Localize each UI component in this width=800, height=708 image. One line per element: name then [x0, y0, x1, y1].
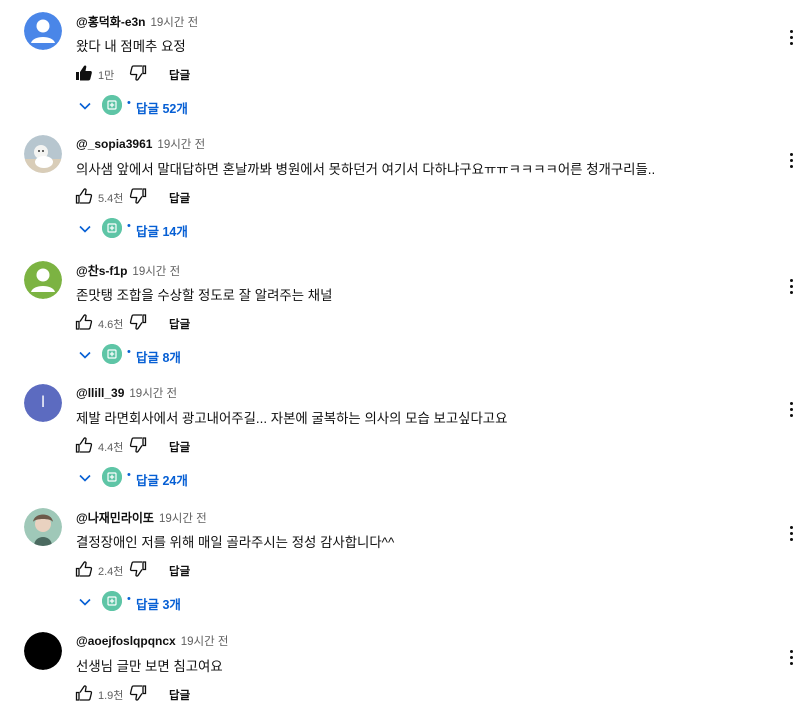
comment-text: 결정장애인 저를 위해 매일 골라주시는 정성 감사합니다^^ — [76, 535, 395, 550]
author-name[interactable]: @aoejfoslqpqncx — [76, 634, 176, 648]
author-name[interactable]: @홍덕화-e3n — [76, 15, 146, 29]
comment-thread: l @llill_39 19시간 전 제발 라면회사에서 광고내어주길... 자본… — [0, 384, 800, 494]
separator-dot: • — [127, 97, 131, 109]
comment-time[interactable]: 19시간 전 — [181, 636, 229, 648]
view-replies-button[interactable]: • 답글 52개 — [78, 94, 278, 118]
comment-time[interactable]: 19시간 전 — [157, 139, 205, 151]
chevron-down-icon — [78, 595, 92, 609]
avatar[interactable] — [24, 135, 62, 173]
comment-header: @llill_39 19시간 전 — [76, 385, 177, 401]
comment-actions: 4.4천 답글 — [74, 435, 374, 457]
avatar[interactable] — [24, 632, 62, 670]
comment-time[interactable]: 19시간 전 — [129, 388, 177, 400]
comment-actions: 1만 답글 — [74, 63, 374, 85]
more-options-icon[interactable] — [785, 402, 797, 422]
chevron-down-icon — [78, 348, 92, 362]
avatar-letter: l — [41, 394, 45, 411]
view-replies-button[interactable]: • 답글 14개 — [78, 217, 278, 241]
chevron-down-icon — [78, 222, 92, 236]
comment-thread: @홍덕화-e3n 19시간 전 왔다 내 점메추 요정 1만 답글 • 답글 52… — [0, 12, 800, 122]
comment-text: 왔다 내 점메추 요정 — [76, 39, 186, 54]
comment-text: 제발 라면회사에서 광고내어주길... 자본에 굴복하는 의사의 모습 보고싶다… — [76, 411, 508, 426]
comment-actions: 5.4천 답글 — [74, 186, 374, 208]
thumbs-up-icon[interactable] — [74, 683, 94, 703]
avatar[interactable] — [24, 508, 62, 546]
creator-reply-avatar — [102, 467, 122, 487]
view-replies-button[interactable]: • 답글 24개 — [78, 466, 278, 490]
creator-reply-avatar — [102, 591, 122, 611]
author-name[interactable]: @찬s-f1p — [76, 264, 127, 278]
thumbs-down-icon[interactable] — [128, 186, 148, 206]
comment-thread: @aoejfoslqpqncx 19시간 전 선생님 글만 보면 침고여요 1.9… — [0, 632, 800, 702]
comment-text: 의사샘 앞에서 말대답하면 혼날까봐 병원에서 못하던거 여기서 다하냐구요ㅠㅠ… — [76, 162, 656, 177]
like-count: 2.4천 — [98, 566, 124, 578]
comment-thread: @찬s-f1p 19시간 전 존맛탱 조합을 수상할 정도로 잘 알려주는 채널 … — [0, 261, 800, 371]
reply-count: 답글 14개 — [136, 225, 188, 239]
separator-dot: • — [127, 469, 131, 481]
comment-header: @홍덕화-e3n 19시간 전 — [76, 13, 198, 30]
comment-header: @찬s-f1p 19시간 전 — [76, 262, 180, 279]
reply-button[interactable]: 답글 — [169, 190, 190, 206]
reply-count: 답글 52개 — [136, 102, 188, 116]
creator-reply-avatar — [102, 95, 122, 115]
more-options-icon[interactable] — [785, 153, 797, 173]
comment-time[interactable]: 19시간 전 — [159, 513, 207, 525]
comment-time[interactable]: 19시간 전 — [151, 17, 199, 29]
comment-header: @_sopia3961 19시간 전 — [76, 136, 205, 152]
chevron-down-icon — [78, 99, 92, 113]
comment-text: 존맛탱 조합을 수상할 정도로 잘 알려주는 채널 — [76, 288, 333, 303]
comment-actions: 4.6천 답글 — [74, 312, 374, 334]
avatar[interactable] — [24, 261, 62, 299]
comment-actions: 2.4천 답글 — [74, 559, 374, 581]
view-replies-button[interactable]: • 답글 8개 — [78, 343, 278, 367]
thumbs-down-icon[interactable] — [128, 559, 148, 579]
reply-button[interactable]: 답글 — [169, 563, 190, 579]
author-name[interactable]: @_sopia3961 — [76, 137, 152, 151]
reply-button[interactable]: 답글 — [169, 439, 190, 455]
thumbs-down-icon[interactable] — [128, 63, 148, 83]
comment-text: 선생님 글만 보면 침고여요 — [76, 659, 223, 674]
thumbs-up-icon[interactable] — [74, 186, 94, 206]
creator-reply-avatar — [102, 344, 122, 364]
separator-dot: • — [127, 593, 131, 605]
thumbs-up-icon[interactable] — [74, 559, 94, 579]
comment-header: @나재민라이또 19시간 전 — [76, 509, 207, 526]
view-replies-button[interactable]: • 답글 3개 — [78, 590, 278, 614]
comment-header: @aoejfoslqpqncx 19시간 전 — [76, 633, 228, 649]
like-count: 4.4천 — [98, 442, 124, 454]
creator-reply-avatar — [102, 218, 122, 238]
like-count: 5.4천 — [98, 193, 124, 205]
like-count: 1만 — [98, 70, 115, 82]
thumbs-down-icon[interactable] — [128, 435, 148, 455]
thumbs-up-icon[interactable] — [74, 312, 94, 332]
more-options-icon[interactable] — [785, 279, 797, 299]
author-name[interactable]: @llill_39 — [76, 386, 124, 400]
reply-count: 답글 3개 — [136, 598, 181, 612]
more-options-icon[interactable] — [785, 30, 797, 50]
more-options-icon[interactable] — [785, 650, 797, 670]
thumbs-down-icon[interactable] — [128, 312, 148, 332]
reply-button[interactable]: 답글 — [169, 67, 190, 83]
author-name[interactable]: @나재민라이또 — [76, 511, 154, 525]
thumbs-up-filled-icon[interactable] — [74, 63, 94, 83]
avatar[interactable]: l — [24, 384, 62, 422]
like-count: 1.9천 — [98, 690, 124, 702]
chevron-down-icon — [78, 471, 92, 485]
reply-button[interactable]: 답글 — [169, 316, 190, 332]
like-count: 4.6천 — [98, 319, 124, 331]
comment-thread: @나재민라이또 19시간 전 결정장애인 저를 위해 매일 골라주시는 정성 감사… — [0, 508, 800, 618]
avatar[interactable] — [24, 12, 62, 50]
reply-count: 답글 8개 — [136, 351, 181, 365]
reply-count: 답글 24개 — [136, 474, 188, 488]
thumbs-up-icon[interactable] — [74, 435, 94, 455]
thumbs-down-icon[interactable] — [128, 683, 148, 703]
reply-button[interactable]: 답글 — [169, 687, 190, 703]
comment-thread: @_sopia3961 19시간 전 의사샘 앞에서 말대답하면 혼날까봐 병원에… — [0, 135, 800, 245]
more-options-icon[interactable] — [785, 526, 797, 546]
comment-time[interactable]: 19시간 전 — [132, 266, 180, 278]
separator-dot: • — [127, 346, 131, 358]
separator-dot: • — [127, 220, 131, 232]
